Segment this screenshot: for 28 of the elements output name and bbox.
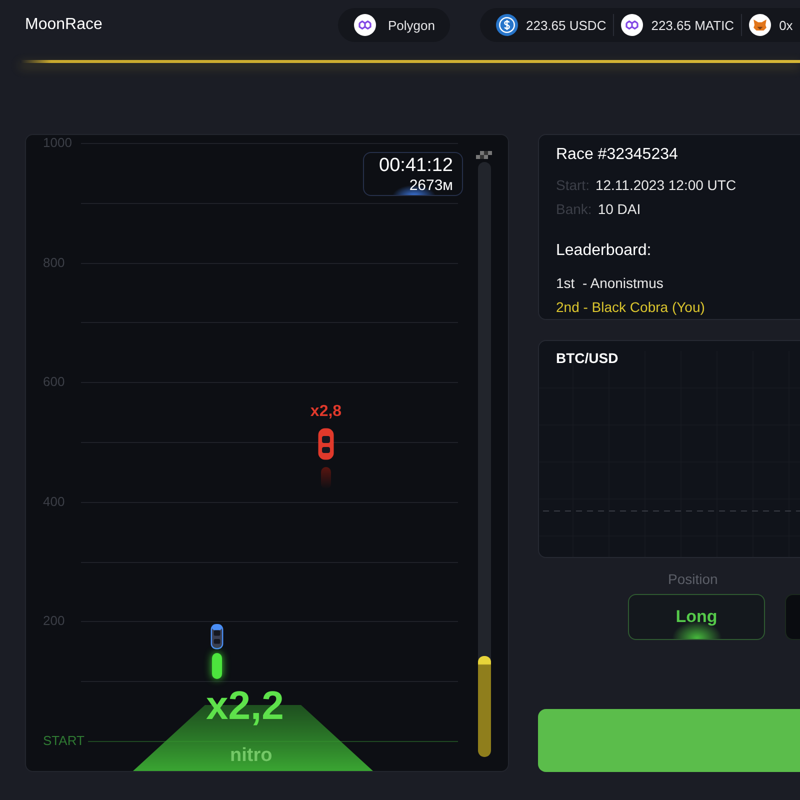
detail-value: 10 DAI — [598, 200, 641, 219]
position-label: Position — [668, 570, 719, 588]
exhaust-trail — [212, 653, 222, 679]
car-multiplier: x2,8 — [310, 402, 342, 422]
network-selector[interactable]: Polygon — [338, 8, 450, 42]
race-timer: 00:41:12 — [379, 155, 453, 177]
nitro-label: nitro — [230, 745, 272, 767]
leaderboard-entry: 1st - Anonistmus — [556, 274, 664, 293]
leaderboard-entry: 2nd - Black Cobra (You) — [556, 298, 706, 317]
chart-title: BTC/USD — [556, 349, 618, 367]
distance-reading: 2673м — [409, 177, 453, 195]
balance-amount: 223.65 USDC — [526, 18, 606, 32]
position-button[interactable]: Long — [628, 594, 765, 640]
polygon-icon — [621, 14, 644, 36]
checkered-flag-icon — [476, 151, 492, 159]
brand-name: MoonRace — [25, 16, 104, 34]
detail-value: 12.11.2023 12:00 UTC — [595, 176, 736, 195]
race-title: Race #32345234 — [556, 145, 679, 165]
exhaust-trail — [321, 467, 331, 489]
balance-amount: 223.65 MATIC — [651, 18, 734, 32]
action-button[interactable] — [538, 709, 800, 772]
nitro-multiplier: x2,2 — [206, 683, 284, 729]
wallet-address: 0x — [779, 18, 793, 32]
axis-label: START — [43, 732, 84, 750]
fox-icon — [749, 14, 772, 36]
polygon-icon — [354, 14, 376, 36]
dollar-coin-icon — [496, 14, 518, 36]
leaderboard-title: Leaderboard: — [556, 241, 652, 261]
